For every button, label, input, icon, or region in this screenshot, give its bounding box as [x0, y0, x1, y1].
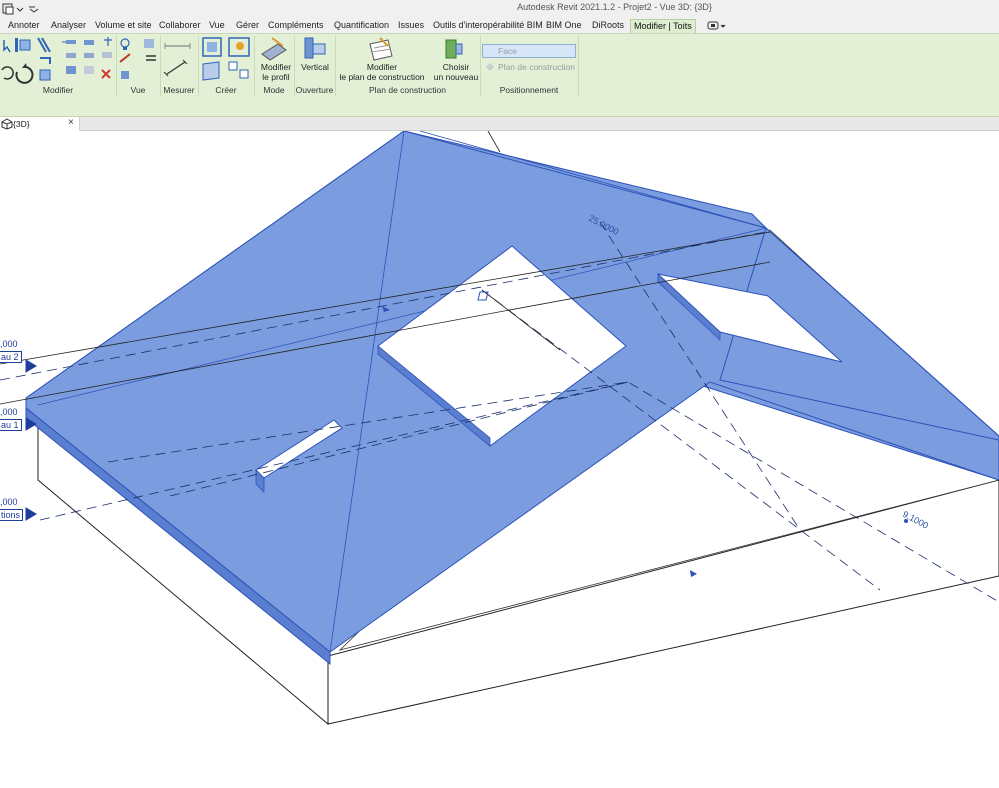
dimension-icon[interactable] — [163, 59, 188, 77]
edit-profile-icon[interactable] — [261, 37, 287, 61]
vertical-opening-icon[interactable] — [304, 37, 326, 59]
work-plane-icon — [486, 63, 494, 71]
tab-gerer[interactable]: Gérer — [236, 20, 259, 34]
offset-icon[interactable] — [37, 37, 51, 53]
create-group-icon[interactable] — [202, 37, 222, 57]
view-menu-icon[interactable] — [146, 55, 156, 61]
copy-icon[interactable] — [84, 40, 94, 45]
tab-quantification[interactable]: Quantification — [334, 20, 389, 34]
edit-work-plane-icon[interactable] — [369, 37, 393, 61]
panel-separator — [578, 36, 579, 96]
trim-icon[interactable] — [104, 37, 112, 46]
edit-profile-label-1: Modifier — [260, 62, 292, 72]
ribbon-options-icon[interactable] — [707, 21, 727, 31]
tab-interop-bim[interactable]: Outils d'interopérabilité BIM — [433, 20, 543, 34]
move-icon[interactable] — [62, 40, 76, 44]
edit-work-plane-button[interactable]: Modifier le plan de construction — [336, 62, 428, 82]
tab-collaborer[interactable]: Collaborer — [159, 20, 201, 34]
measure-icon[interactable] — [164, 43, 191, 49]
edit-profile-button[interactable]: Modifier le profil — [256, 62, 296, 82]
tab-modifier-toits[interactable]: Modifier | Toits — [630, 19, 696, 33]
face-option — [482, 44, 576, 58]
level-foundation-tag[interactable]: tions — [0, 509, 24, 521]
level-2-elevation: ,000 — [0, 339, 18, 349]
face-option-label: Face — [498, 46, 517, 56]
level-markers — [25, 359, 37, 521]
close-icon[interactable]: × — [68, 117, 74, 128]
pick-new-label-1: Choisir — [442, 62, 470, 72]
panel-label-mesurer: Mesurer — [163, 85, 195, 95]
3d-view-icon — [1, 118, 13, 130]
panel-label-positionnement: Positionnement — [499, 85, 559, 95]
mirror-icon[interactable] — [66, 53, 94, 58]
edit-work-plane-label-1: Modifier — [366, 62, 398, 72]
tab-vue[interactable]: Vue — [209, 20, 225, 34]
level-foundation-elevation: ,000 — [0, 497, 18, 507]
level-1-elevation: ,000 — [0, 407, 18, 417]
tab-annoter[interactable]: Annoter — [8, 20, 40, 34]
panel-label-plan-construction: Plan de construction — [368, 85, 447, 95]
delete-icon[interactable] — [101, 69, 111, 79]
view-tab-label: {3D} — [13, 119, 30, 129]
vertical-button[interactable]: Vertical — [298, 62, 332, 72]
panel-label-ouverture: Ouverture — [295, 85, 334, 95]
panel-label-modifier: Modifier — [42, 85, 74, 95]
level-1-tag[interactable]: au 1 — [0, 419, 22, 431]
panel-label-creer: Créer — [215, 85, 237, 95]
rotate-icon[interactable] — [15, 63, 34, 84]
tab-volume-et-site[interactable]: Volume et site — [95, 20, 152, 34]
work-plane-option-label: Plan de construction — [498, 62, 576, 72]
panel-label-mode: Mode — [263, 85, 285, 95]
pick-new-host-icon[interactable] — [445, 39, 463, 59]
create-similar-icon[interactable] — [202, 61, 220, 81]
window-title: Autodesk Revit 2021.1.2 - Projet2 - Vue … — [517, 2, 712, 12]
lightbulb-icon[interactable] — [120, 38, 130, 50]
tab-complements[interactable]: Compléments — [268, 20, 324, 34]
paste-icon[interactable] — [1, 66, 14, 80]
array-icon[interactable] — [102, 52, 112, 58]
roof-model[interactable]: 25.0000 9.1000 — [0, 131, 999, 788]
3d-viewport[interactable]: 25.0000 9.1000 ,000 au 2 ,000 au 1 ,000 … — [0, 131, 999, 788]
pick-new-label-2: un nouveau — [433, 72, 479, 82]
vertical-label: Vertical — [301, 62, 329, 72]
hide-icon[interactable] — [121, 71, 129, 79]
graphics-icon[interactable] — [144, 39, 154, 48]
create-part-icon[interactable] — [228, 37, 250, 57]
split-icon[interactable] — [66, 66, 94, 74]
panel-label-vue: Vue — [130, 85, 146, 95]
tab-diroots[interactable]: DiRoots — [592, 20, 624, 34]
edit-profile-label-2: le profil — [262, 72, 290, 82]
paint-icon[interactable] — [119, 53, 131, 63]
tab-analyser[interactable]: Analyser — [51, 20, 86, 34]
level-2-tag[interactable]: au 2 — [0, 351, 22, 363]
assembly-icon[interactable] — [228, 61, 249, 79]
cut-icon[interactable] — [40, 57, 51, 64]
ribbon-tab-bar: Annoter Analyser Volume et site Collabor… — [0, 18, 999, 34]
modify-select-icon[interactable] — [3, 40, 11, 53]
tab-issues[interactable]: Issues — [398, 20, 424, 34]
ribbon: Modifier le profil Vertical Modifier le … — [0, 34, 999, 97]
view-tab-3d[interactable]: {3D} × — [0, 117, 80, 131]
align-icon[interactable] — [15, 38, 31, 52]
title-bar: Autodesk Revit 2021.1.2 - Projet2 - Vue … — [0, 0, 999, 18]
edit-work-plane-label-2: le plan de construction — [339, 72, 425, 82]
tab-bim-one[interactable]: BIM One — [546, 20, 582, 34]
join-icon[interactable] — [39, 69, 51, 81]
view-tab-strip: {3D} × — [0, 117, 999, 131]
pick-new-button[interactable]: Choisir un nouveau — [432, 62, 480, 82]
options-bar — [0, 97, 999, 117]
revit-window: Autodesk Revit 2021.1.2 - Projet2 - Vue … — [0, 0, 999, 788]
